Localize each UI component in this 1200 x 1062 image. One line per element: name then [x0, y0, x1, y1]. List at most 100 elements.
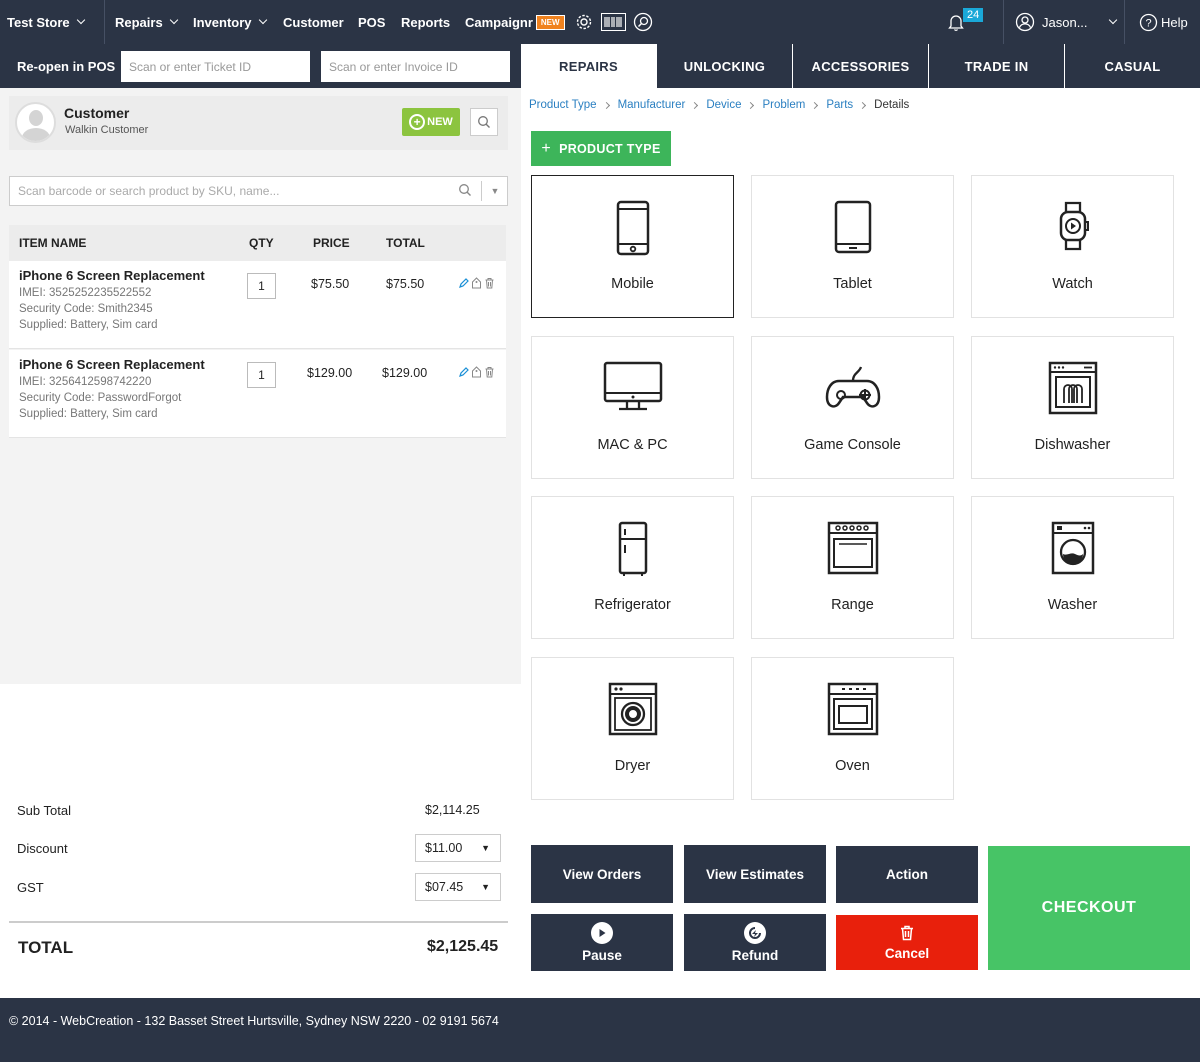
new-customer-button[interactable]: + NEW: [402, 108, 460, 136]
item-supplied: Supplied: Battery, Sim card: [19, 408, 158, 420]
header-price: PRICE: [313, 236, 350, 250]
breadcrumb-parts[interactable]: Parts: [826, 99, 853, 111]
nav-repairs[interactable]: Repairs: [115, 0, 178, 44]
tile-label: Game Console: [804, 437, 901, 453]
breadcrumb-problem[interactable]: Problem: [762, 99, 805, 111]
product-search: ▼: [9, 176, 508, 206]
discount-tag-icon[interactable]: [471, 366, 482, 378]
global-search-button[interactable]: [633, 0, 653, 44]
nav-inventory[interactable]: Inventory: [193, 0, 267, 44]
tile-mac-pc[interactable]: MAC & PC: [531, 336, 734, 479]
invoice-id-input[interactable]: [321, 51, 510, 82]
row-actions: [458, 366, 495, 378]
cancel-button[interactable]: Cancel: [836, 915, 978, 970]
barcode-button[interactable]: [601, 0, 626, 44]
store-switcher[interactable]: Test Store: [7, 0, 85, 44]
header-item-name: ITEM NAME: [19, 236, 87, 250]
nav-pos[interactable]: POS: [358, 0, 385, 44]
search-icon[interactable]: [458, 183, 472, 197]
caret-down-icon: ▼: [481, 843, 490, 853]
item-security-code: Security Code: PasswordForgot: [19, 392, 182, 404]
tab-trade-in[interactable]: TRADE IN: [928, 44, 1064, 88]
qty-input[interactable]: 1: [247, 273, 276, 299]
tile-dishwasher[interactable]: Dishwasher: [971, 336, 1174, 479]
tile-mobile[interactable]: Mobile: [531, 175, 734, 318]
tile-tablet[interactable]: Tablet: [751, 175, 954, 318]
add-product-type-button[interactable]: + PRODUCT TYPE: [531, 131, 671, 166]
tile-oven[interactable]: Oven: [751, 657, 954, 800]
tile-watch[interactable]: Watch: [971, 175, 1174, 318]
new-label: NEW: [427, 116, 453, 128]
ticket-id-input[interactable]: [121, 51, 310, 82]
button-label: CHECKOUT: [1041, 899, 1137, 916]
button-label: PRODUCT TYPE: [559, 141, 661, 156]
chevron-down-icon: [1108, 15, 1117, 25]
product-search-input[interactable]: [10, 177, 450, 205]
gst-select[interactable]: $07.45 ▼: [415, 873, 501, 901]
help-button[interactable]: ? Help: [1139, 0, 1188, 44]
divider: [1124, 0, 1125, 44]
plus-circle-icon: +: [409, 114, 426, 130]
pause-button[interactable]: Pause: [531, 914, 673, 971]
action-button[interactable]: Action: [836, 846, 978, 903]
breadcrumb-product-type[interactable]: Product Type: [529, 99, 597, 111]
nav-label: Campaignr: [465, 14, 533, 30]
gamepad-icon: [825, 366, 880, 408]
tab-unlocking[interactable]: UNLOCKING: [656, 44, 792, 88]
search-icon: [478, 116, 490, 128]
chevron-right-icon: [747, 101, 755, 109]
tablet-icon: [834, 200, 871, 254]
header-qty: QTY: [249, 236, 274, 250]
edit-icon[interactable]: [458, 366, 469, 378]
search-dropdown-toggle[interactable]: ▼: [481, 181, 508, 201]
view-estimates-button[interactable]: View Estimates: [684, 845, 826, 903]
nav-reports[interactable]: Reports: [401, 0, 450, 44]
tab-casual[interactable]: CASUAL: [1064, 44, 1200, 88]
gst-label: GST: [17, 880, 44, 895]
edit-icon[interactable]: [458, 277, 469, 289]
nav-customer[interactable]: Customer: [283, 0, 344, 44]
tab-accessories[interactable]: ACCESSORIES: [792, 44, 928, 88]
cart-table-header: ITEM NAME QTY PRICE TOTAL: [9, 225, 506, 261]
item-total: $129.00: [382, 366, 428, 380]
tile-label: Mobile: [611, 276, 654, 292]
watch-icon: [1059, 201, 1089, 251]
settings-button[interactable]: [574, 0, 594, 44]
qty-input[interactable]: 1: [247, 362, 276, 388]
new-badge: NEW: [535, 14, 565, 30]
customer-name: Walkin Customer: [65, 124, 149, 136]
tile-refrigerator[interactable]: Refrigerator: [531, 496, 734, 639]
nav-label: POS: [358, 14, 386, 30]
top-navbar: Test Store Repairs Inventory Customer PO…: [0, 0, 1200, 44]
trash-icon[interactable]: [484, 366, 495, 378]
row-actions: [458, 277, 495, 289]
discount-tag-icon[interactable]: [471, 277, 482, 289]
avatar: [15, 102, 56, 143]
tile-range[interactable]: Range: [751, 496, 954, 639]
button-label: Pause: [582, 948, 622, 963]
tile-washer[interactable]: Washer: [971, 496, 1174, 639]
tab-repairs[interactable]: REPAIRS: [521, 44, 656, 88]
user-menu[interactable]: Jason...: [1015, 0, 1117, 44]
breadcrumb: Product Type Manufacturer Device Problem…: [529, 99, 909, 111]
tile-game-console[interactable]: Game Console: [751, 336, 954, 479]
refund-button[interactable]: Refund: [684, 914, 826, 971]
nav-campaignr[interactable]: Campaignr NEW: [465, 0, 565, 44]
mobile-icon: [616, 200, 649, 256]
button-label: Refund: [731, 948, 779, 963]
customer-search-button[interactable]: [470, 108, 498, 136]
category-tabs: REPAIRS UNLOCKING ACCESSORIES TRADE IN C…: [521, 44, 1200, 88]
breadcrumb-manufacturer[interactable]: Manufacturer: [618, 99, 686, 111]
nav-label: Inventory: [193, 14, 252, 30]
checkout-button[interactable]: CHECKOUT: [988, 846, 1190, 970]
chevron-down-icon: [258, 15, 267, 25]
notifications-button[interactable]: [946, 0, 966, 44]
store-name: Test Store: [7, 14, 70, 30]
breadcrumb-device[interactable]: Device: [706, 99, 741, 111]
item-imei: IMEI: 3525252235522552: [19, 287, 152, 299]
trash-icon[interactable]: [484, 277, 495, 289]
tile-dryer[interactable]: Dryer: [531, 657, 734, 800]
search-icon: [633, 12, 653, 32]
view-orders-button[interactable]: View Orders: [531, 845, 673, 903]
discount-select[interactable]: $11.00 ▼: [415, 834, 501, 862]
